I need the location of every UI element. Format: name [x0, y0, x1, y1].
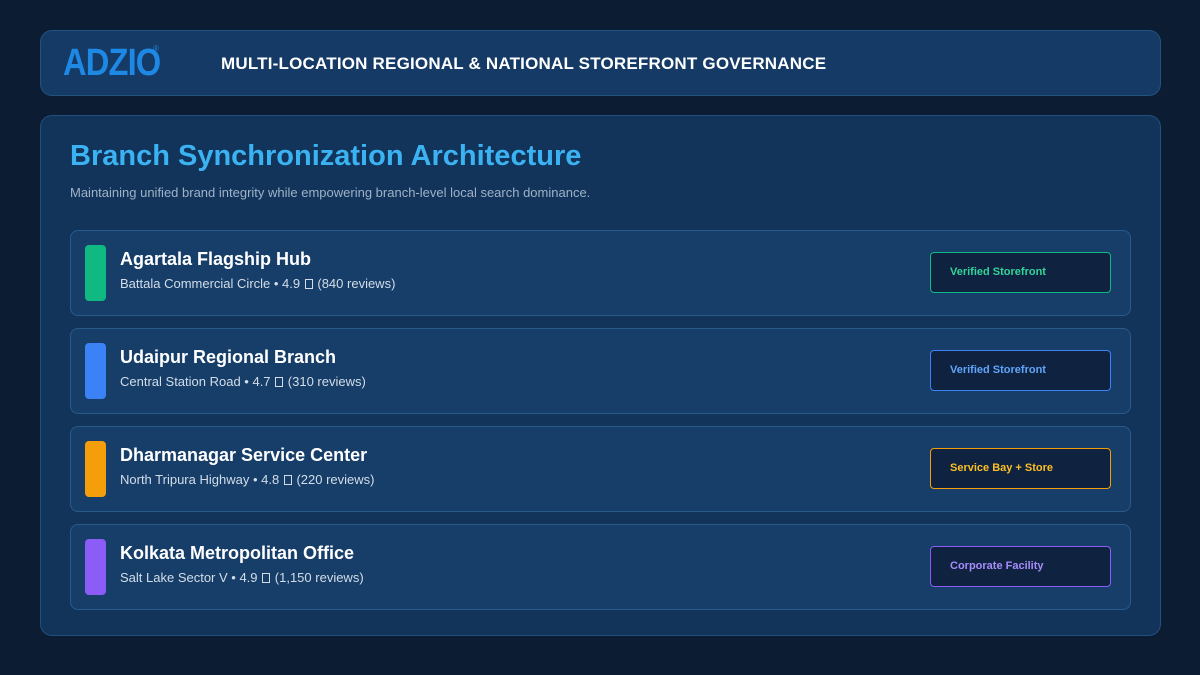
registered-mark: ® [153, 44, 159, 53]
branch-rating: 4.7 [252, 374, 271, 389]
branch-name: Udaipur Regional Branch [120, 347, 337, 367]
branch-accent-bar [85, 441, 106, 497]
branch-accent-bar [85, 343, 106, 399]
branch-panel: Branch Synchronization Architecture Main… [40, 115, 1161, 636]
page-title: MULTI-LOCATION REGIONAL & NATIONAL STORE… [221, 54, 827, 73]
branch-address: North Tripura Highway [120, 472, 250, 487]
branch-meta: Central Station Road • 4.7 (310 reviews) [120, 374, 366, 389]
panel-subtitle: Maintaining unified brand integrity whil… [70, 185, 591, 200]
star-icon [304, 279, 313, 289]
branch-reviews: (310 reviews) [287, 374, 366, 389]
branch-rating: 4.8 [261, 472, 280, 487]
branch-name: Dharmanagar Service Center [120, 445, 368, 465]
branch-accent-bar [85, 539, 106, 595]
branch-address: Salt Lake Sector V [120, 570, 228, 585]
branch-card[interactable]: Udaipur Regional Branch Central Station … [70, 328, 1131, 414]
branch-address: Battala Commercial Circle [120, 276, 271, 291]
branch-meta: Salt Lake Sector V • 4.9 (1,150 reviews) [120, 570, 364, 585]
branch-reviews: (840 reviews) [317, 276, 396, 291]
branch-name: Kolkata Metropolitan Office [120, 543, 355, 563]
status-badge[interactable]: Corporate Facility [930, 546, 1111, 587]
branch-card[interactable]: Dharmanagar Service Center North Tripura… [70, 426, 1131, 512]
branch-meta: Battala Commercial Circle • 4.9 (840 rev… [120, 276, 396, 291]
star-icon [262, 573, 271, 583]
status-badge[interactable]: Verified Storefront [930, 350, 1111, 391]
status-badge[interactable]: Verified Storefront [930, 252, 1111, 293]
brand-logo[interactable]: ADZIO [63, 42, 161, 84]
branch-reviews: (1,150 reviews) [274, 570, 364, 585]
branch-meta: North Tripura Highway • 4.8 (220 reviews… [120, 472, 375, 487]
branch-reviews: (220 reviews) [296, 472, 375, 487]
branch-name: Agartala Flagship Hub [120, 249, 312, 269]
branch-card[interactable]: Kolkata Metropolitan Office Salt Lake Se… [70, 524, 1131, 610]
header-bar: ADZIO ® MULTI-LOCATION REGIONAL & NATION… [40, 30, 1161, 96]
panel-title: Branch Synchronization Architecture [70, 140, 582, 172]
branch-rating: 4.9 [239, 570, 258, 585]
star-icon [283, 475, 292, 485]
branch-card[interactable]: Agartala Flagship Hub Battala Commercial… [70, 230, 1131, 316]
branch-rating: 4.9 [282, 276, 301, 291]
branch-address: Central Station Road [120, 374, 241, 389]
star-icon [275, 377, 284, 387]
status-badge[interactable]: Service Bay + Store [930, 448, 1111, 489]
branch-accent-bar [85, 245, 106, 301]
